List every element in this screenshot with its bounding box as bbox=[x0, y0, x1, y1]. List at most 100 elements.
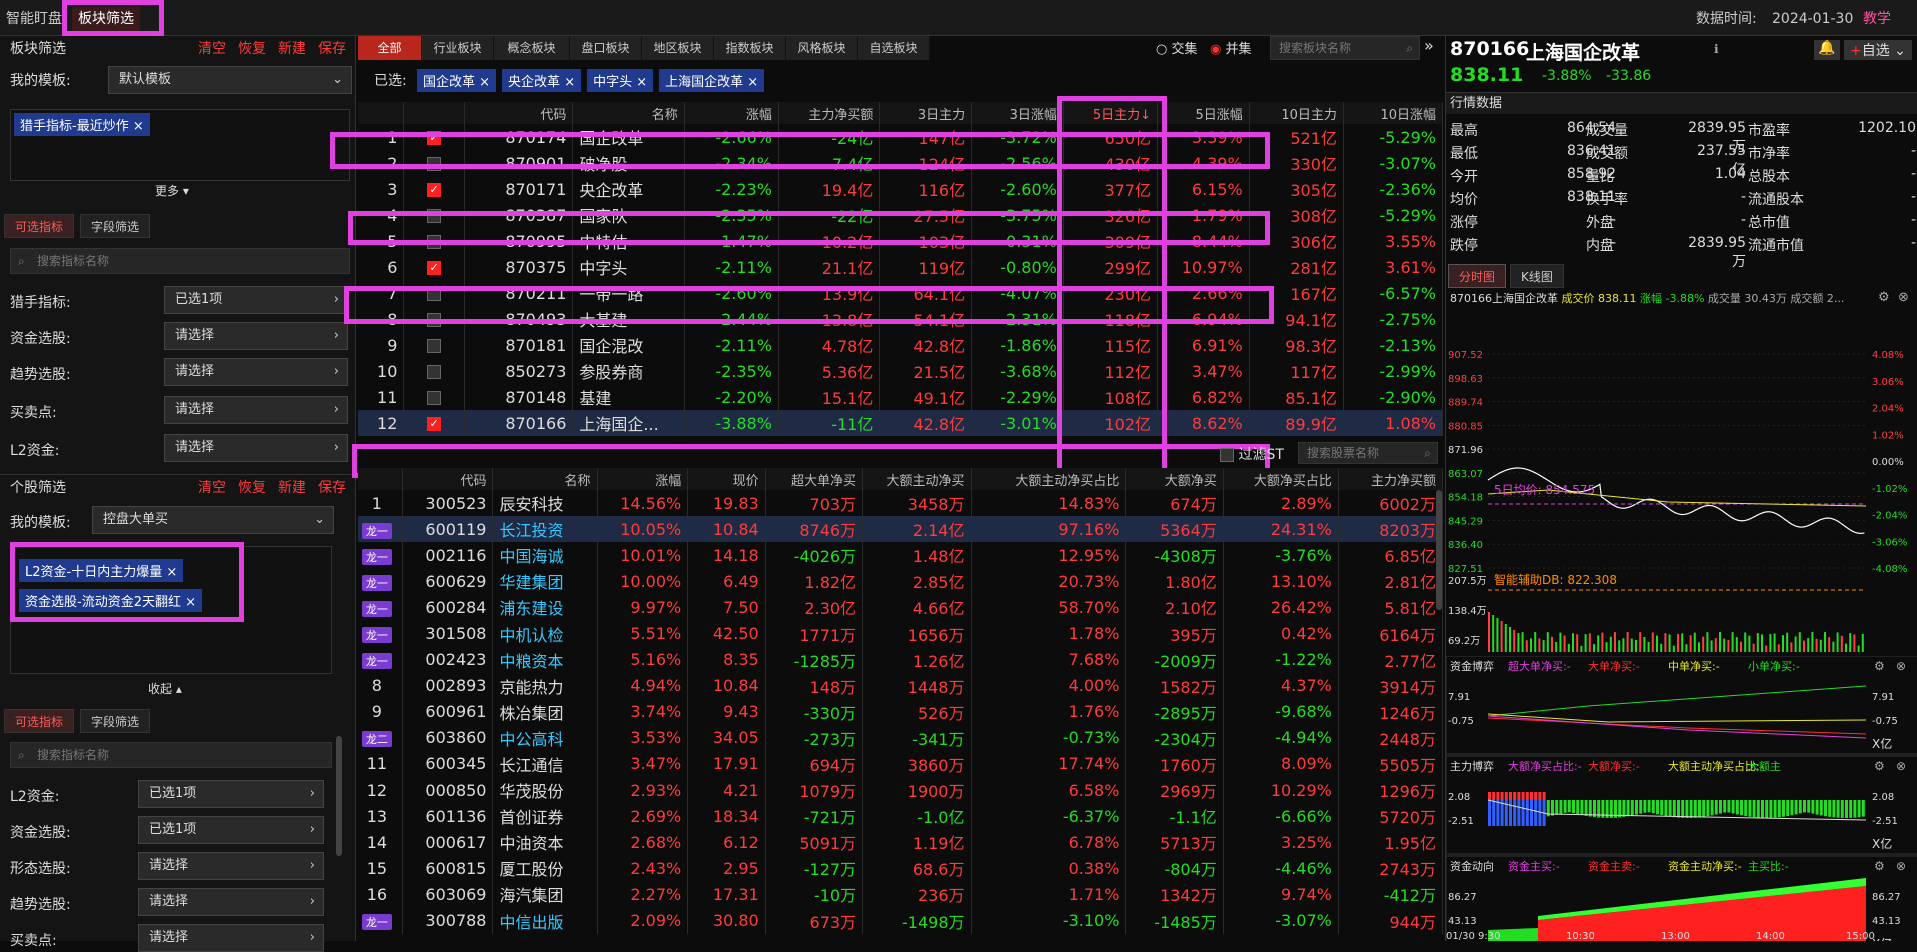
table-row[interactable]: 3 ✓ 870171 央企改革 -2.23% 19.4亿 116亿 -2.60% 377亿 6.1… bbox=[358, 176, 1444, 202]
column-header[interactable]: 名称 bbox=[492, 468, 598, 490]
column-header[interactable]: 大额净买 bbox=[1125, 468, 1224, 490]
tab-category[interactable]: 自选板块 bbox=[858, 36, 930, 60]
column-header[interactable]: 主力净买额 bbox=[1338, 468, 1444, 490]
tab-category[interactable]: 盘口板块 bbox=[570, 36, 642, 60]
teach-link[interactable]: 教学 bbox=[1857, 7, 1897, 31]
filter-st-toggle[interactable]: 过滤ST bbox=[1220, 444, 1284, 464]
filter-select[interactable]: 请选择 › bbox=[164, 396, 348, 424]
checkbox[interactable]: ✓ bbox=[427, 417, 442, 431]
double-chevron-right-icon[interactable]: » bbox=[1424, 36, 1434, 55]
table-row[interactable]: 龙一 600284 浦东建设 9.97% 7.50 2.30亿 4.66亿 58.70% 2.1… bbox=[358, 594, 1444, 621]
column-header[interactable]: 大额主动净买占比 bbox=[971, 468, 1127, 490]
tab-category[interactable]: 地区板块 bbox=[642, 36, 714, 60]
table-row[interactable]: 1 300523 辰安科技 14.56% 19.83 703万 3458万 14.83% 674… bbox=[358, 490, 1444, 517]
indicator-search-input[interactable]: ⌕ 搜索指标名称 bbox=[10, 248, 350, 274]
column-header[interactable]: 10日涨幅 bbox=[1343, 102, 1444, 124]
table-row[interactable]: 11 870148 基建 -2.20% 15.1亿 49.1亿 -2.29% 108亿 6.82… bbox=[358, 384, 1444, 410]
save-button[interactable]: 保存 bbox=[318, 480, 346, 496]
column-header[interactable]: 3日涨幅 bbox=[971, 102, 1064, 124]
tab-kline[interactable]: K线图 bbox=[1510, 264, 1564, 288]
info-icon[interactable]: ℹ bbox=[1714, 42, 1719, 56]
bell-icon[interactable]: 🔔 bbox=[1814, 40, 1840, 60]
table-row[interactable]: 龙一 002423 中粮资本 5.16% 8.35 -1285万 1.26亿 7.68% -20… bbox=[358, 646, 1444, 673]
table-row[interactable]: 15 600815 厦工股份 2.43% 2.95 -127万 68.6万 0.38% -804… bbox=[358, 855, 1444, 882]
table-row[interactable]: 龙一 600119 长江投资 10.05% 10.84 8746万 2.14亿 97.16% 5… bbox=[358, 516, 1444, 543]
tab-category[interactable]: 全部 bbox=[358, 36, 422, 60]
stock-tag[interactable]: 资金选股-流动资金2天翻红 × bbox=[19, 589, 202, 612]
column-header[interactable]: 名称 bbox=[572, 102, 685, 124]
radio-intersection[interactable]: ○ 交集 bbox=[1156, 38, 1198, 57]
column-header[interactable]: 10日主力 bbox=[1249, 102, 1344, 124]
selected-chip[interactable]: 国企改革 × bbox=[417, 69, 497, 92]
indicator-search-input[interactable]: ⌕ 搜索指标名称 bbox=[10, 742, 332, 768]
column-header[interactable]: 代码 bbox=[464, 102, 574, 124]
column-header[interactable]: 超大单净买 bbox=[765, 468, 864, 490]
indicator-tag[interactable]: 猎手指标-最近炒作 × bbox=[14, 113, 150, 136]
checkbox[interactable] bbox=[1220, 448, 1234, 462]
gear-icon[interactable]: ⚙ bbox=[1878, 290, 1890, 305]
tab-intraday[interactable]: 分时图 bbox=[1448, 264, 1507, 288]
table-row[interactable]: 12 ✓ 870166 上海国企... -3.88% -11亿 42.8亿 -3.01% 102… bbox=[358, 410, 1444, 436]
filter-select[interactable]: 请选择 › bbox=[164, 358, 348, 386]
column-header[interactable]: 代码 bbox=[402, 468, 494, 490]
tab-smart-monitor[interactable]: 智能盯盘 bbox=[0, 7, 68, 31]
checkbox[interactable] bbox=[427, 365, 442, 379]
filter-select[interactable]: 请选择 › bbox=[138, 888, 324, 916]
table-row[interactable]: 12 000850 华茂股份 2.93% 4.21 1079万 1900万 6.58% 2969… bbox=[358, 777, 1444, 804]
filter-select[interactable]: 请选择 › bbox=[138, 924, 324, 952]
table-row[interactable]: 10 850273 参股券商 -2.35% 5.36亿 21.5亿 -3.68% 112亿 3.… bbox=[358, 358, 1444, 384]
tab-optional-indicators[interactable]: 可选指标 bbox=[4, 214, 75, 238]
clear-button[interactable]: 清空 bbox=[198, 41, 226, 57]
column-header[interactable]: 大额净买占比 bbox=[1223, 468, 1339, 490]
restore-button[interactable]: 恢复 bbox=[238, 480, 266, 496]
scrollbar[interactable] bbox=[336, 736, 342, 856]
table-row[interactable]: 龙二 603860 中公高科 3.53% 34.05 -273万 -341万 -0.73% -2… bbox=[358, 724, 1444, 751]
add-watchlist-button[interactable]: +自选 ⌄ bbox=[1844, 40, 1912, 60]
sector-search-input[interactable]: 搜索板块名称 ⌕ bbox=[1270, 36, 1420, 60]
column-header[interactable]: 主力净买额 bbox=[778, 102, 881, 124]
checkbox[interactable] bbox=[427, 391, 442, 405]
filter-select[interactable]: 请选择 › bbox=[138, 852, 324, 880]
table-row[interactable]: 6 ✓ 870375 中字头 -2.11% 21.1亿 119亿 -0.80% 299亿 10.9… bbox=[358, 254, 1444, 280]
table-row[interactable]: 13 601136 首创证券 2.69% 18.34 -721万 -1.0亿 -6.37% -1… bbox=[358, 803, 1444, 830]
selected-chip[interactable]: 中字头 × bbox=[587, 69, 654, 92]
tab-category[interactable]: 风格板块 bbox=[786, 36, 858, 60]
stock-search-input[interactable]: 搜索股票名称 ⌕ bbox=[1298, 442, 1438, 464]
tab-category[interactable]: 概念板块 bbox=[494, 36, 570, 60]
table-row[interactable]: 龙一 600629 华建集团 10.00% 6.49 1.82亿 2.85亿 20.73% 1.… bbox=[358, 568, 1444, 595]
column-header[interactable] bbox=[358, 468, 403, 490]
tab-sector-filter[interactable]: 板块筛选 bbox=[72, 7, 140, 31]
column-header[interactable]: 5日涨幅 bbox=[1157, 102, 1250, 124]
filter-select[interactable]: 已选1项 › bbox=[138, 780, 324, 808]
column-header[interactable]: 大额主动净买 bbox=[862, 468, 972, 490]
checkbox[interactable]: ✓ bbox=[427, 183, 442, 197]
stock-tag[interactable]: L2资金-十日内主力爆量 × bbox=[19, 559, 184, 582]
table-row[interactable]: 9 600961 株冶集团 3.74% 9.43 -330万 526万 1.76% -2895万… bbox=[358, 698, 1444, 725]
selected-chip[interactable]: 央企改革 × bbox=[502, 69, 582, 92]
column-header[interactable]: 涨幅 bbox=[597, 468, 689, 490]
selected-chip[interactable]: 上海国企改革 × bbox=[659, 69, 765, 92]
table-row[interactable]: 8 002893 京能热力 4.94% 10.84 148万 1448万 4.00% 1582万… bbox=[358, 672, 1444, 699]
tab-category[interactable]: 行业板块 bbox=[422, 36, 494, 60]
checkbox[interactable] bbox=[427, 339, 442, 353]
save-button[interactable]: 保存 bbox=[318, 41, 346, 57]
filter-select[interactable]: 已选1项 › bbox=[138, 816, 324, 844]
checkbox[interactable]: ✓ bbox=[427, 261, 442, 275]
column-header[interactable] bbox=[403, 102, 465, 124]
filter-select[interactable]: 已选1项 › bbox=[164, 286, 348, 314]
clear-button[interactable]: 清空 bbox=[198, 480, 226, 496]
restore-button[interactable]: 恢复 bbox=[238, 41, 266, 57]
stock-template-select[interactable]: 控盘大单买 ⌄ bbox=[92, 506, 334, 534]
template-select[interactable]: 默认模板 ⌄ bbox=[108, 66, 352, 94]
tab-field-filter[interactable]: 字段筛选 bbox=[80, 214, 151, 238]
filter-select[interactable]: 请选择 › bbox=[164, 322, 348, 350]
table-row[interactable]: 16 603069 海汽集团 2.27% 17.31 -10万 236万 1.71% 1342万… bbox=[358, 881, 1444, 908]
tab-optional-indicators[interactable]: 可选指标 bbox=[4, 709, 75, 733]
filter-select[interactable]: 请选择 › bbox=[164, 434, 348, 462]
table-row[interactable]: 11 600345 长江通信 3.47% 17.91 694万 3860万 17.74% 176… bbox=[358, 750, 1444, 778]
column-header[interactable]: 3日主力 bbox=[879, 102, 973, 124]
table-row[interactable]: 龙一 300788 中信出版 2.09% 30.80 673万 -1498万 -3.10% -1… bbox=[358, 907, 1444, 934]
collapse-link[interactable]: 收起 ▴ bbox=[148, 680, 182, 697]
table-row[interactable]: 龙一 301508 中机认检 5.51% 42.50 1771万 1656万 1.78% 395… bbox=[358, 620, 1444, 647]
table-row[interactable]: 龙一 002116 中国海诚 10.01% 14.18 -4026万 1.48亿 12.95%… bbox=[358, 542, 1444, 569]
